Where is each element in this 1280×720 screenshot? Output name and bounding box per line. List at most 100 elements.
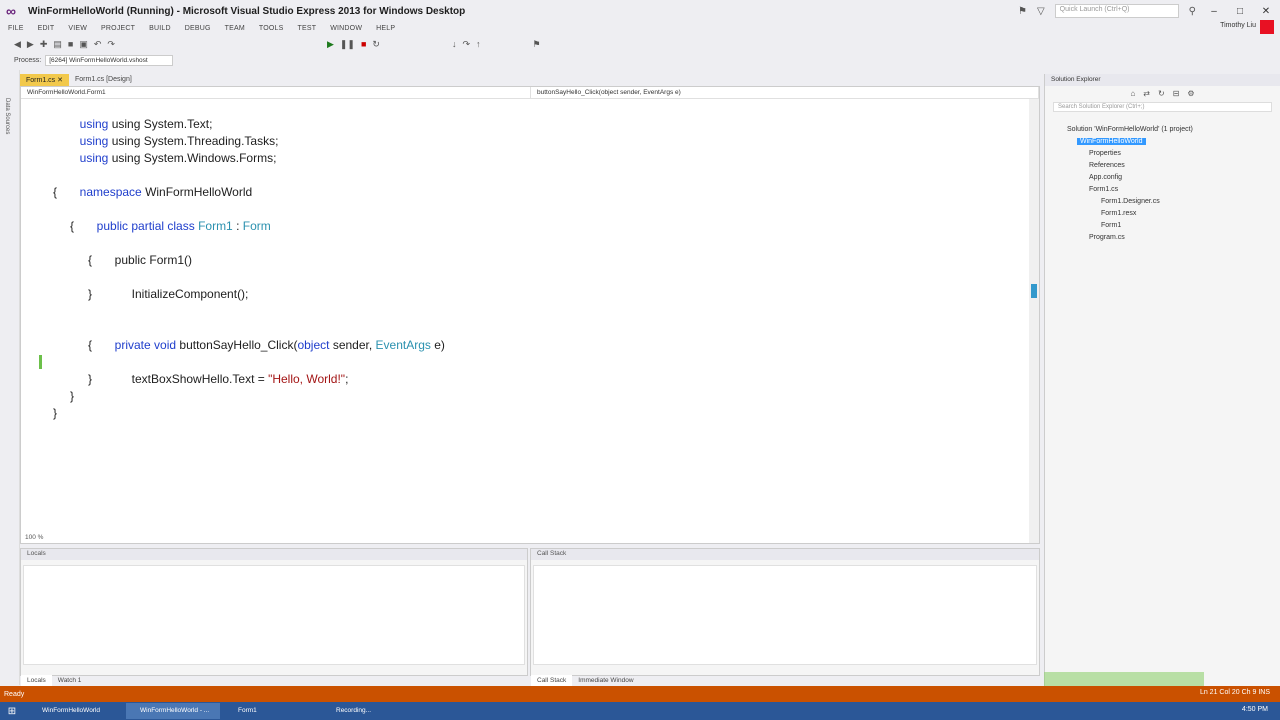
taskbar-item[interactable]: Recording... <box>322 703 416 719</box>
panel-title: Solution Explorer <box>1045 74 1280 86</box>
navigation-bar: WinFormHelloWorld.Form1 buttonSayHello_C… <box>21 86 1039 99</box>
menu-file[interactable]: FILE <box>8 25 24 32</box>
window-title: WinFormHelloWorld (Running) - Microsoft … <box>28 5 466 17</box>
menu-project[interactable]: PROJECT <box>101 25 135 32</box>
tool-window-strip <box>1044 672 1204 686</box>
tree-solution[interactable]: Solution 'WinFormHelloWorld' (1 project) <box>1067 126 1193 133</box>
code-line: using using System.Windows.Forms; <box>53 133 277 165</box>
scrollbar-thumb[interactable] <box>1031 284 1037 298</box>
left-tool-rail: Data Sources <box>0 70 20 685</box>
code-line: public Form1() <box>88 235 192 267</box>
zoom-level[interactable]: 100 % <box>25 534 43 541</box>
refresh-icon[interactable]: ↻ <box>1158 89 1165 98</box>
properties-icon[interactable]: ⚙ <box>1187 89 1194 98</box>
taskbar-item[interactable]: WinFormHelloWorld <box>28 703 122 719</box>
locals-panel: Locals Locals Watch 1 <box>20 548 528 687</box>
tree-form1-cs[interactable]: Form1.cs <box>1089 186 1118 193</box>
code-line: { <box>70 219 75 233</box>
user-name[interactable]: Timothy Liu <box>1220 22 1256 29</box>
tree-project[interactable]: WinFormHelloWorld <box>1077 138 1146 145</box>
menu-tools[interactable]: TOOLS <box>259 25 284 32</box>
home-icon[interactable]: ⌂ <box>1130 89 1135 98</box>
tree-properties[interactable]: Properties <box>1089 150 1121 157</box>
clock[interactable]: 4:50 PM <box>1242 706 1268 713</box>
locals-grid[interactable] <box>23 565 525 665</box>
search-icon[interactable]: ⚲ <box>1189 6 1196 17</box>
tree-form1[interactable]: Form1 <box>1101 222 1121 229</box>
code-line: using using System.Text; <box>53 99 213 131</box>
collapse-icon[interactable]: ⊟ <box>1173 89 1180 98</box>
code-editor[interactable]: WinFormHelloWorld.Form1 buttonSayHello_C… <box>20 86 1040 544</box>
vertical-scrollbar[interactable] <box>1029 99 1039 543</box>
notifications-icon[interactable]: ⚑ <box>1018 6 1027 17</box>
process-label: Process: <box>14 57 42 64</box>
code-area[interactable]: using using System.Text; using using Sys… <box>21 99 1029 533</box>
new-project-icon[interactable]: ✚ <box>40 39 48 50</box>
code-line: } <box>53 406 58 420</box>
menu-view[interactable]: VIEW <box>68 25 87 32</box>
open-icon[interactable]: ▤ <box>53 39 62 50</box>
menu-window[interactable]: WINDOW <box>330 25 362 32</box>
code-line: { <box>53 185 58 199</box>
keyword: namespace <box>79 185 142 199</box>
bookmark-icon[interactable]: ⚑ <box>533 39 541 50</box>
undo-icon[interactable]: ↶ <box>94 39 102 50</box>
code-line: } <box>70 389 75 403</box>
standard-toolbar: ◀ ▶ ✚ ▤ ■ ▣ ↶ ↷ ▶ ❚❚ ■ ↻ ↓ ↷ ↑ ⚑ <box>0 36 1280 52</box>
restart-icon[interactable]: ↻ <box>372 39 380 50</box>
tab-form1-cs[interactable]: Form1.cs ✕ <box>20 74 69 86</box>
visual-studio-logo-icon: ∞ <box>6 3 16 19</box>
save-icon[interactable]: ■ <box>68 39 73 49</box>
back-icon[interactable]: ◀ <box>14 39 21 50</box>
code-line: } <box>88 372 93 386</box>
menu-test[interactable]: TEST <box>298 25 317 32</box>
member-dropdown[interactable]: buttonSayHello_Click(object sender, Even… <box>531 86 1039 99</box>
continue-icon[interactable]: ▶ <box>327 39 334 50</box>
tree-app-config[interactable]: App.config <box>1089 174 1122 181</box>
solution-search-input[interactable]: Search Solution Explorer (Ctrl+;) <box>1053 102 1272 112</box>
step-over-icon[interactable]: ↷ <box>462 39 470 50</box>
data-sources-tab[interactable]: Data Sources <box>4 98 10 134</box>
menu-team[interactable]: TEAM <box>225 25 245 32</box>
close-button[interactable]: ✕ <box>1258 6 1274 17</box>
keyword: using <box>79 151 109 165</box>
tree-program-cs[interactable]: Program.cs <box>1089 234 1125 241</box>
menu-edit[interactable]: EDIT <box>38 25 55 32</box>
title-bar: ∞ WinFormHelloWorld (Running) - Microsof… <box>0 0 1280 22</box>
windows-start-icon[interactable]: ⊞ <box>0 706 24 717</box>
sync-icon[interactable]: ⇄ <box>1143 89 1150 98</box>
filter-icon[interactable]: ▽ <box>1037 6 1045 17</box>
tree-references[interactable]: References <box>1089 162 1125 169</box>
namespace-name: WinFormHelloWorld <box>145 185 253 199</box>
tree-form1-designer[interactable]: Form1.Designer.cs <box>1101 198 1160 205</box>
stop-icon[interactable]: ■ <box>361 39 366 49</box>
forward-icon[interactable]: ▶ <box>27 39 34 50</box>
code-line: private void buttonSayHello_Click(object… <box>88 320 445 352</box>
menu-build[interactable]: BUILD <box>149 25 171 32</box>
tab-form1-design[interactable]: Form1.cs [Design] <box>69 74 138 86</box>
call-stack-grid[interactable] <box>533 565 1037 665</box>
step-out-icon[interactable]: ↑ <box>476 39 481 49</box>
maximize-button[interactable]: □ <box>1232 6 1248 17</box>
menu-debug[interactable]: DEBUG <box>185 25 211 32</box>
change-marker <box>39 355 42 369</box>
tree-form1-resx[interactable]: Form1.resx <box>1101 210 1136 217</box>
avatar[interactable] <box>1260 20 1274 34</box>
step-into-icon[interactable]: ↓ <box>452 39 457 49</box>
taskbar-item[interactable]: WinFormHelloWorld - ... <box>126 703 220 719</box>
minimize-button[interactable]: – <box>1206 6 1222 17</box>
code-line: public partial class Form1 : Form <box>96 219 271 233</box>
code-text: textBoxShowHello.Text = <box>131 372 269 386</box>
type-dropdown[interactable]: WinFormHelloWorld.Form1 <box>21 86 531 99</box>
quick-launch-input[interactable]: Quick Launch (Ctrl+Q) <box>1054 4 1179 18</box>
process-dropdown[interactable]: [6264] WinFormHelloWorld.vshost <box>45 55 174 66</box>
keyword: private void <box>114 338 177 352</box>
debug-location-toolbar: Process: [6264] WinFormHelloWorld.vshost <box>0 54 1280 67</box>
parameter: e) <box>434 338 445 352</box>
menu-help[interactable]: HELP <box>376 25 395 32</box>
save-all-icon[interactable]: ▣ <box>79 39 88 50</box>
taskbar-item[interactable]: Form1 <box>224 703 318 719</box>
redo-icon[interactable]: ↷ <box>107 39 115 50</box>
pause-icon[interactable]: ❚❚ <box>340 39 355 50</box>
document-tabs: Form1.cs ✕ Form1.cs [Design] <box>20 74 1040 86</box>
